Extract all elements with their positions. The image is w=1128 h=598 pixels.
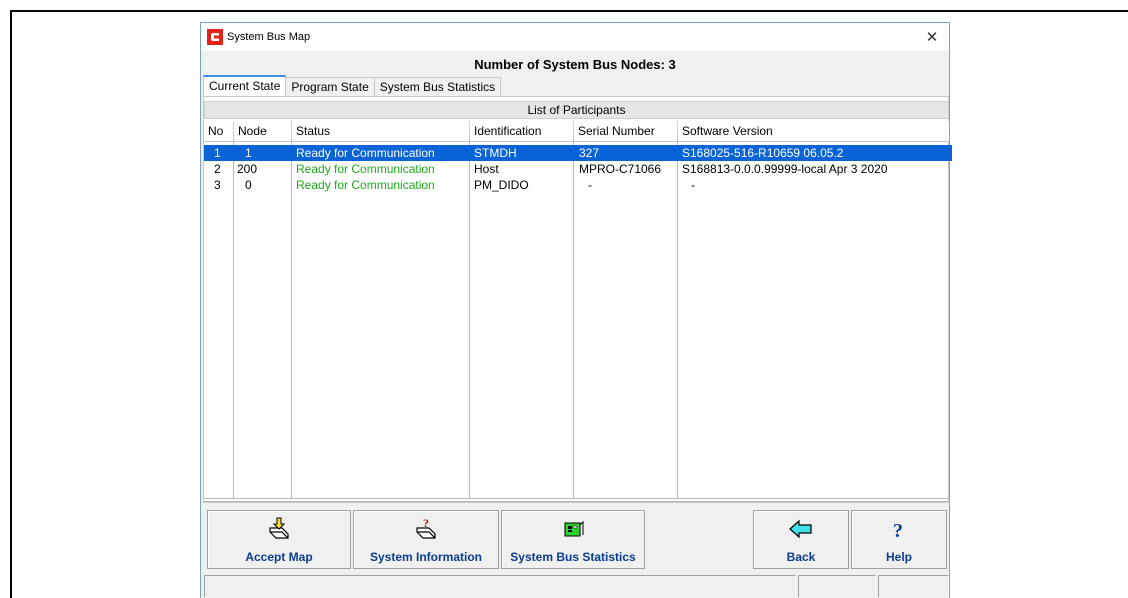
help-label: Help [885,550,912,564]
status-pane-tertiary [878,575,949,597]
system-information-button[interactable]: ? System Information [353,510,499,569]
accept-map-button[interactable]: Accept Map [207,510,351,569]
system-information-icon: ? [416,517,436,539]
accept-map-icon [269,517,289,539]
cell-identification: PM_DIDO [474,178,529,192]
column-separator [573,141,574,498]
column-header-serial-number[interactable]: Serial Number [574,121,678,141]
svg-text:?: ? [423,517,429,530]
svg-text:?: ? [893,520,903,541]
cell-serial-number: MPRO-C71066 [579,162,662,176]
table-row[interactable]: 1 1 Ready for Communication STMDH 327 S1… [204,145,952,161]
window-title: System Bus Map [227,31,311,43]
header-divider [204,141,949,142]
cell-node: 1 [245,146,252,160]
participants-list: List of Participants No Node Status Iden… [203,96,952,503]
list-caption: List of Participants [204,101,949,119]
tab-system-bus-statistics[interactable]: System Bus Statistics [373,77,502,96]
column-separator [291,141,292,498]
tab-program-state[interactable]: Program State [285,77,375,96]
column-separator [677,141,678,498]
cell-software-version: - [691,178,695,192]
accept-map-label: Accept Map [245,550,313,564]
close-icon: ✕ [925,29,939,46]
cell-serial-number: 327 [579,146,600,160]
cell-serial-number: - [588,178,592,192]
status-pane-main [204,575,796,597]
tab-current-state[interactable]: Current State [203,75,287,96]
system-bus-statistics-label: System Bus Statistics [510,550,636,564]
cell-node: 200 [237,162,258,176]
help-icon: ? [893,520,903,541]
column-header-software-version[interactable]: Software Version [678,121,949,141]
cell-software-version: S168813-0.0.0.99999-local Apr 3 2020 [682,162,888,176]
system-bus-statistics-button[interactable]: System Bus Statistics [501,510,645,569]
table-row[interactable]: 3 0 Ready for Communication PM_DIDO - - [204,177,952,193]
cell-software-version: S168025-516-R10659 06.05.2 [682,146,844,160]
cell-no: 1 [214,146,221,160]
cell-identification: STMDH [474,146,517,160]
cell-node: 0 [245,178,252,192]
close-button[interactable]: ✕ [915,23,949,51]
system-bus-map-window: System Bus Map ✕ Number of System Bus No… [200,22,952,598]
cell-status: Ready for Communication [296,162,435,176]
column-separator [233,141,234,498]
back-button[interactable]: Back [753,510,849,569]
bus-statistics-icon [564,520,584,537]
app-logo-icon [207,29,223,45]
cell-no: 2 [214,162,221,176]
column-header-no[interactable]: No [204,121,234,141]
tab-bar: Current State Program State System Bus S… [203,75,502,96]
cell-status: Ready for Communication [296,146,435,160]
column-header-identification[interactable]: Identification [470,121,574,141]
cell-no: 3 [214,178,221,192]
cell-status: Ready for Communication [296,178,435,192]
column-header-node[interactable]: Node [234,121,292,141]
cell-identification: Host [474,162,499,176]
column-header-status[interactable]: Status [292,121,470,141]
back-label: Back [786,550,816,564]
column-separator [469,141,470,498]
status-pane-secondary [798,575,876,597]
back-arrow-icon [789,519,812,539]
node-count-title: Number of System Bus Nodes: 3 [474,57,676,72]
title-bar[interactable]: System Bus Map ✕ [201,23,949,51]
system-information-label: System Information [369,550,483,564]
help-button[interactable]: ? Help [851,510,947,569]
table-row[interactable]: 2 200 Ready for Communication Host MPRO-… [204,161,952,177]
list-bottom-edge [204,498,950,502]
